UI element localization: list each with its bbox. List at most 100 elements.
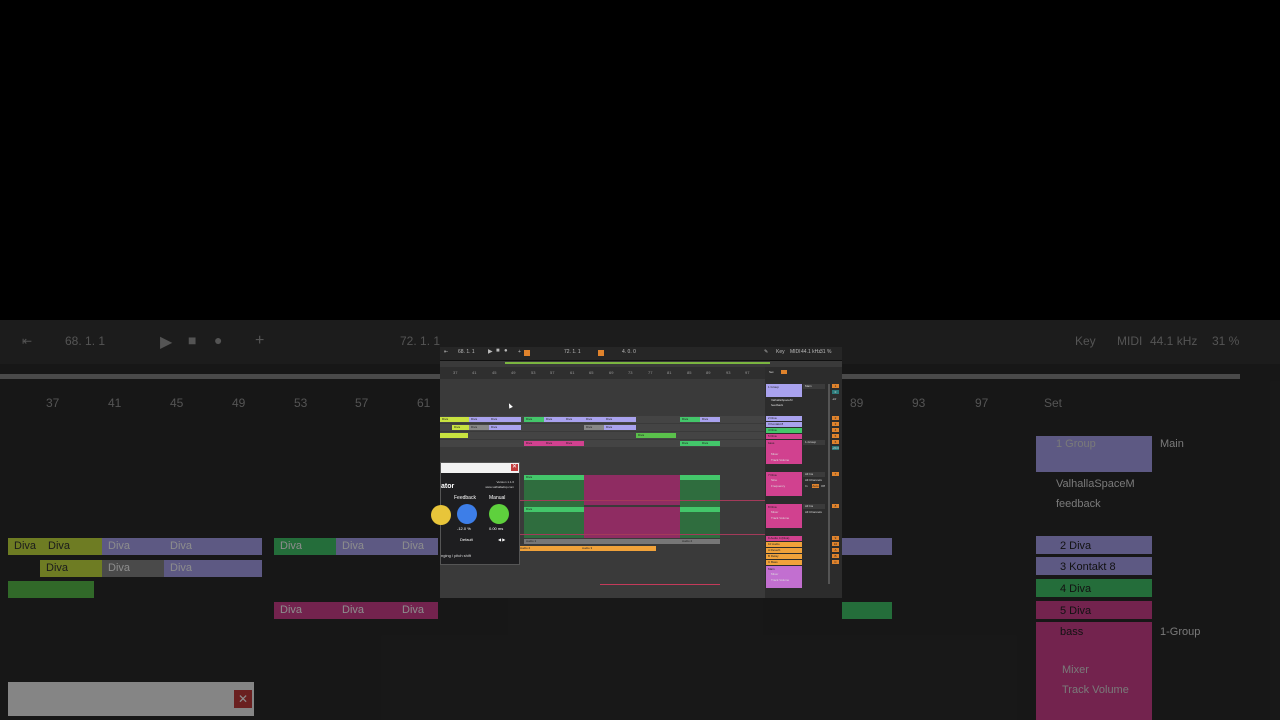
track-number[interactable]: 7	[832, 472, 839, 476]
key-map-button[interactable]: Key	[776, 349, 785, 355]
track-number[interactable]: 10	[832, 542, 839, 546]
clip-diva[interactable]: Diva	[680, 441, 700, 446]
midi-map-button[interactable]: MIDI	[790, 349, 801, 355]
automation-line[interactable]	[600, 584, 720, 585]
routing-select[interactable]: 1-Group	[803, 440, 825, 445]
clip-content[interactable]	[680, 480, 720, 510]
clip-diva[interactable]: Diva	[636, 433, 676, 438]
clip-audio[interactable]: Audio 1	[524, 539, 680, 544]
play-icon[interactable]: ▶	[488, 348, 493, 355]
routing-select[interactable]: Main	[803, 384, 825, 389]
clip-diva[interactable]: Diva	[700, 417, 720, 422]
preset-arrows-icon[interactable]: ◀ ▶	[498, 537, 505, 542]
set-label[interactable]: Set	[769, 370, 774, 374]
clip-diva[interactable]: Diva	[440, 417, 469, 422]
track-number[interactable]: 1	[832, 384, 839, 388]
clip-diva[interactable]: Diva	[584, 425, 604, 430]
target-select[interactable]: Frequency	[771, 484, 785, 488]
track-header[interactable]: B Delay	[766, 554, 802, 559]
position-display[interactable]: 68. 1. 1	[458, 349, 475, 355]
add-icon[interactable]: +	[518, 349, 521, 355]
channel-select[interactable]: All Channels	[805, 510, 822, 514]
track-header[interactable]: 1 Group	[766, 384, 802, 397]
track-header[interactable]: 2 Diva	[766, 416, 802, 421]
clip-diva[interactable]: Diva	[564, 417, 584, 422]
plugin-url[interactable]: www.valhalladsp.com	[485, 485, 514, 489]
track-number[interactable]: 5	[832, 434, 839, 438]
clip-diva[interactable]: Diva	[489, 425, 521, 430]
clip-diva[interactable]: Diva	[584, 417, 604, 422]
loop-icon[interactable]	[598, 350, 604, 356]
track-volume-select[interactable]: Track Volume	[771, 578, 789, 582]
loop-length[interactable]: 72. 1. 1	[564, 349, 581, 355]
track-header[interactable]: 10 Audio	[766, 542, 802, 547]
beat-ruler[interactable]: 37 41 45 49 53 57 61 65 69 73 77 81 85 8…	[440, 367, 765, 379]
volume-display[interactable]: -20.0	[832, 446, 839, 450]
track-header[interactable]: 5 Diva	[766, 434, 802, 439]
rate-knob[interactable]	[431, 505, 451, 525]
rack-param[interactable]: feedback	[771, 403, 783, 407]
track-number[interactable]: 3	[832, 422, 839, 426]
monitor-off[interactable]: Off	[821, 484, 825, 488]
track-header[interactable]: 9 Audio 4 (Diva)	[766, 536, 802, 541]
gain-display[interactable]: 0	[832, 390, 839, 394]
clip-diva[interactable]: Diva	[524, 441, 544, 446]
mixer-select[interactable]: Mixer	[771, 572, 778, 576]
track-header[interactable]: A Reverb	[766, 548, 802, 553]
clip-diva[interactable]: Diva	[564, 441, 584, 446]
rack-device[interactable]: ValhallaSpaceM	[771, 398, 792, 402]
automation-arm-icon[interactable]	[524, 350, 530, 356]
clip-diva[interactable]: Diva	[680, 417, 700, 422]
mixer-select[interactable]: Mixer	[771, 452, 778, 456]
monitor-auto[interactable]: Auto	[812, 484, 819, 488]
track-volume-select[interactable]: Track Volume	[771, 516, 789, 520]
clip-diva[interactable]: Diva	[469, 417, 489, 422]
clip-diva[interactable]: Diva	[469, 425, 489, 430]
feedback-knob[interactable]	[457, 504, 477, 524]
clip-diva[interactable]: Diva	[544, 441, 564, 446]
stop-icon[interactable]: ■	[496, 348, 500, 354]
pencil-icon[interactable]: ✎	[764, 349, 768, 355]
waveform-select[interactable]: Sine	[771, 478, 777, 482]
lock-icon[interactable]	[781, 370, 787, 374]
record-icon[interactable]: ●	[504, 348, 508, 354]
channel-select[interactable]: All Channels	[805, 478, 822, 482]
track-number[interactable]: 6	[832, 440, 839, 444]
track-number[interactable]: A	[832, 548, 839, 552]
clip-diva[interactable]: Diva	[524, 417, 544, 422]
track-number[interactable]: C	[832, 560, 839, 564]
manual-knob[interactable]	[489, 504, 509, 524]
track-volume-select[interactable]: Track Volume	[771, 458, 789, 462]
input-select[interactable]: All Ins	[803, 472, 825, 477]
clip-diva[interactable]: Diva	[544, 417, 564, 422]
preset-name[interactable]: Default	[460, 537, 473, 542]
clip-diva[interactable]: Diva	[489, 417, 521, 422]
track-number[interactable]: B	[832, 554, 839, 558]
track-number[interactable]: 9	[832, 536, 839, 540]
track-number[interactable]: 2	[832, 416, 839, 420]
monitor-in[interactable]: In	[805, 484, 808, 488]
mode-label[interactable]: nging / pitch shift	[441, 553, 471, 558]
clip-content[interactable]	[524, 480, 584, 510]
end-position[interactable]: 4. 0. 0	[622, 349, 636, 355]
input-select[interactable]: All Ins	[803, 504, 825, 509]
clip-diva[interactable]: Diva	[700, 441, 720, 446]
track-header[interactable]: 4 Diva	[766, 428, 802, 433]
plugin-titlebar[interactable]: ✕	[441, 463, 519, 473]
clip-diva[interactable]: Diva	[452, 425, 469, 430]
mixer-select[interactable]: Mixer	[771, 510, 778, 514]
clip-diva[interactable]: Diva	[604, 417, 636, 422]
follow-icon[interactable]: ⇤	[444, 349, 448, 355]
track-header[interactable]: Main	[766, 566, 802, 588]
track-number[interactable]: 4	[832, 428, 839, 432]
clip-audio[interactable]: Audio 2	[518, 546, 580, 551]
track-header[interactable]: 3 Kontakt 8	[766, 422, 802, 427]
track-number[interactable]: 8	[832, 504, 839, 508]
close-icon[interactable]: ✕	[511, 464, 518, 471]
clip-audio[interactable]: Audio 3	[580, 546, 656, 551]
clip-audio[interactable]: Audio 2	[680, 539, 720, 544]
track-lane[interactable]	[440, 432, 765, 439]
clip[interactable]	[440, 433, 468, 438]
track-header[interactable]: C Bass	[766, 560, 802, 565]
clip-diva[interactable]: Diva	[604, 425, 636, 430]
